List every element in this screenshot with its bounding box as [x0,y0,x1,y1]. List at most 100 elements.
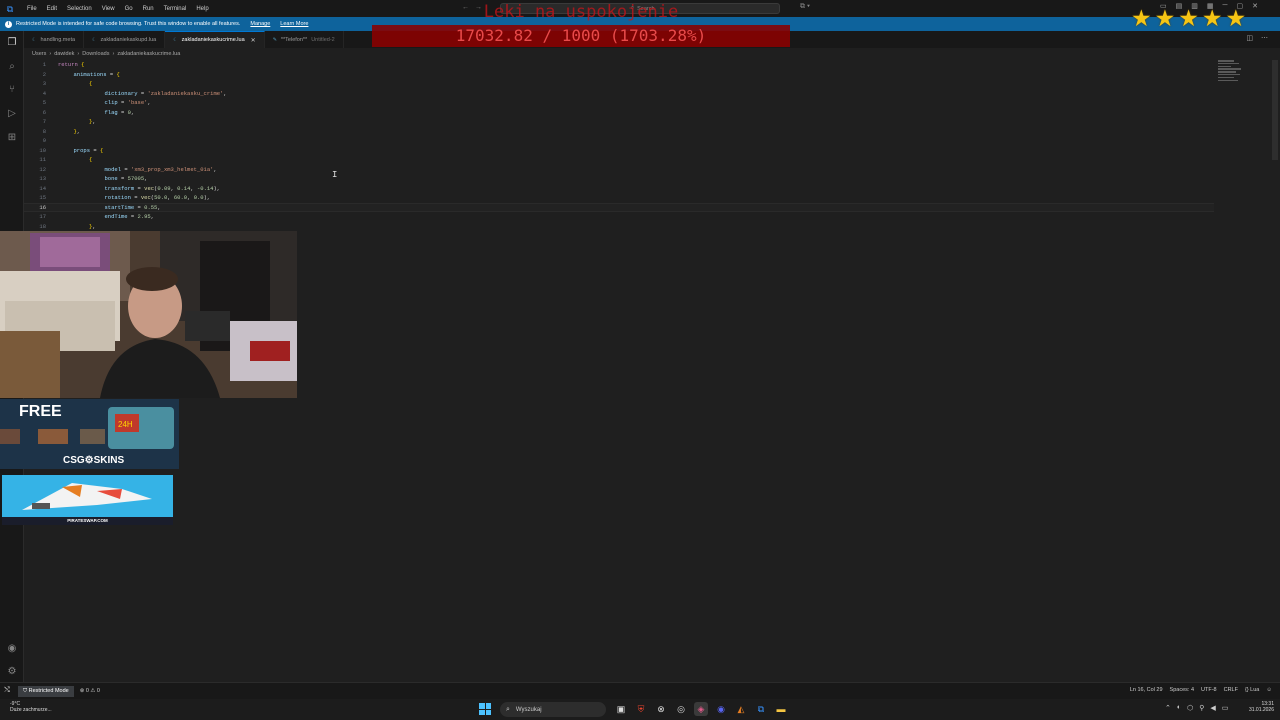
status-bar: ⤭ ⛉ Restricted Mode ⊗ 0 ⚠ 0 Ln 16, Col 2… [0,682,1280,699]
line-number: 17 [39,213,46,221]
breadcrumb-item[interactable]: zakladaniekaskucrime.lua [117,51,180,57]
discord-icon[interactable]: ◉ [714,702,728,716]
code-line[interactable]: 2 animations = { [24,70,1214,80]
taskbar-search[interactable]: ⌕ Wyszukaj [500,702,606,717]
tab-label: zakladaniekaskucrime.lua [181,37,245,43]
task-view-icon[interactable]: ▣ [614,702,628,716]
volume-icon[interactable]: ◀ [1210,704,1215,712]
system-clock[interactable]: 13:31 31.01.2026 [1240,701,1274,713]
file-explorer-icon[interactable]: ▬ [774,702,788,716]
status-item[interactable]: UTF-8 [1201,687,1217,693]
close-window-icon[interactable]: ✕ [1252,2,1258,10]
more-actions-icon[interactable]: ⋯ [1261,34,1268,42]
code-line[interactable]: 3{ [24,79,1214,89]
status-item[interactable]: Spaces: 4 [1170,687,1194,693]
editor-tab[interactable]: ☾ zakladaniekaskucrime.lua ✕ [165,31,265,48]
source-control-icon[interactable]: ⑂ [5,83,19,97]
pirateswap-ad[interactable]: PIRATESWAP.COM [2,475,173,525]
chrome-icon[interactable]: ◎ [674,702,688,716]
copilot-icon[interactable]: ⧉ ▾ [800,3,810,11]
menu-item-help[interactable]: Help [191,6,213,12]
code-line[interactable]: 13 bone = 57005, [24,174,1214,184]
code-line[interactable]: 7}, [24,117,1214,127]
code-editor[interactable]: 1 return {2 animations = {3{4 dictionary = … [24,60,1270,230]
line-number: 14 [39,184,46,192]
csgoskins-ad[interactable]: 24H FREE CSG⚙SKINS [0,399,179,469]
location-icon[interactable]: ⚲ [1199,704,1204,712]
settings-gear-icon[interactable]: ⚙ [5,665,19,679]
editor-tab[interactable]: ☾ zakladaniekaskupd.lua [84,31,166,48]
menu-item-selection[interactable]: Selection [62,6,97,12]
menu-item-run[interactable]: Run [138,6,159,12]
explorer-icon[interactable]: ❐ [5,36,19,50]
close-tab-icon[interactable]: ✕ [251,37,256,44]
tray-app-icon[interactable]: ◐ [1177,704,1181,712]
account-icon[interactable]: ◉ [5,642,19,656]
menu-item-go[interactable]: Go [120,6,138,12]
code-line[interactable]: 1 return { [24,60,1214,70]
vscode-logo-icon: ⧉ [6,3,14,14]
minimap[interactable] [1218,60,1244,86]
taskbar-apps: ▣ ⛨ ⊗ ◎ ◈ ◉ ◭ ⧉ ▬ [614,702,788,716]
code-line[interactable]: 8}, [24,127,1214,137]
code-line[interactable]: 16 startTime = 0.55, [24,202,1214,212]
editor-tab[interactable]: ☾ handling.meta [24,31,85,48]
breadcrumb-item[interactable]: Users [32,51,46,57]
code-line[interactable]: 9 [24,136,1214,146]
tray-overflow-icon[interactable]: ⌃ [1165,704,1171,712]
installer-icon[interactable]: ◭ [734,702,748,716]
extensions-icon[interactable]: ⊞ [5,131,19,145]
battery-icon[interactable]: ▭ [1222,704,1229,712]
network-icon[interactable]: ⬡ [1187,704,1193,712]
breadcrumb-item[interactable]: Downloads [82,51,109,57]
line-number: 2 [42,70,46,78]
code-line[interactable]: 6 flag = 0, [24,108,1214,118]
menu-item-view[interactable]: View [97,6,120,12]
restricted-mode-badge[interactable]: ⛉ Restricted Mode [18,685,74,697]
code-line[interactable]: 18}, [24,222,1214,232]
svg-text:24H: 24H [118,420,133,429]
status-item[interactable]: Ln 16, Col 29 [1130,687,1163,693]
code-text: }, [89,118,96,126]
editor-tab[interactable]: ✎ **Telefon** Untitled-2 [265,31,344,48]
code-line[interactable]: 11 { [24,155,1214,165]
brave-icon[interactable]: ⛨ [634,702,648,716]
status-item[interactable]: ☺ [1266,687,1272,693]
status-item[interactable]: CRLF [1224,687,1238,693]
split-editor-icon[interactable]: ◫ [1246,34,1253,42]
problems-indicator[interactable]: ⊗ 0 ⚠ 0 [80,688,100,694]
code-line[interactable]: 12 model = 'xm3_prop_xm3_helmet_01a', [24,165,1214,175]
star-icon: ★ [1154,5,1176,31]
code-text: }, [73,127,81,135]
weather-widget[interactable]: -9°C Duże zachmurze... [10,701,52,713]
xbox-icon[interactable]: ⊗ [654,702,668,716]
start-button-icon[interactable] [479,703,491,715]
status-item[interactable]: {} Lua [1245,687,1259,693]
code-text: { [89,156,93,164]
breadcrumb-separator-icon: › [49,51,52,57]
code-text: bone = 57005, [104,175,148,183]
breadcrumb-item[interactable]: dawidek [54,51,74,57]
manage-link[interactable]: Manage [250,21,270,27]
vscode-taskbar-icon[interactable]: ⧉ [754,702,768,716]
remote-indicator-icon[interactable]: ⤭ [0,683,14,699]
info-icon: i [5,20,12,28]
menu-item-file[interactable]: File [22,6,42,12]
menu-item-edit[interactable]: Edit [42,6,62,12]
code-text: props = { [73,146,104,154]
learn-more-link[interactable]: Learn More [280,21,308,27]
lua-file-icon: ☾ [173,37,178,43]
code-line[interactable]: 4 dictionary = 'zakladaniekasku_crime', [24,89,1214,99]
search-icon[interactable]: ⌕ [5,60,19,74]
code-line[interactable]: 14 transform = vec(0.09, 0.14, -0.14), [24,184,1214,194]
code-line[interactable]: 17 endTime = 2.95, [24,212,1214,222]
code-line[interactable]: 15 rotation = vec(50.0, 60.0, 0.0), [24,193,1214,203]
menu-item-terminal[interactable]: Terminal [159,6,192,12]
code-line[interactable]: 10 props = { [24,146,1214,156]
editor-scrollbar[interactable] [1272,60,1278,160]
code-line[interactable]: 5 clip = 'base', [24,98,1214,108]
run-debug-icon[interactable]: ▷ [5,107,19,121]
line-number: 4 [42,89,46,97]
line-number: 8 [42,127,46,135]
obs-icon[interactable]: ◈ [694,702,708,716]
